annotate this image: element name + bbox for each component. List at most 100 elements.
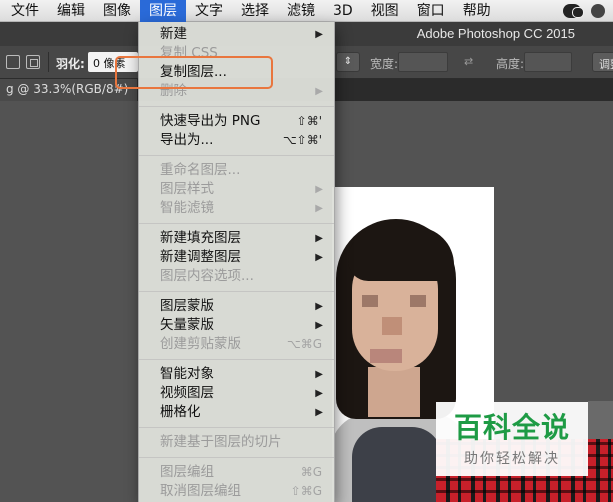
wechat-icon[interactable] bbox=[563, 3, 584, 18]
submenu-arrow-icon: ▶ bbox=[315, 369, 323, 380]
menu-item-label: 取消图层编组 bbox=[160, 483, 241, 499]
add-selection-icon[interactable] bbox=[26, 55, 40, 69]
menu-select[interactable]: 选择 bbox=[232, 0, 278, 22]
new-selection-icon[interactable] bbox=[6, 55, 20, 69]
watermark-logo: 百科全说 助你轻松解决 bbox=[436, 402, 588, 476]
menu-item-label: 矢量蒙版 bbox=[160, 317, 214, 333]
menu-3d[interactable]: 3D bbox=[324, 0, 362, 22]
status-icon[interactable] bbox=[591, 3, 605, 18]
watermark-subtitle: 助你轻松解决 bbox=[464, 451, 560, 467]
menu-item: 图层内容选项... bbox=[139, 267, 334, 286]
menu-item-label: 智能滤镜 bbox=[160, 200, 214, 216]
height-label: 高度: bbox=[496, 57, 525, 71]
menu-item[interactable]: 新建调整图层 ▶ bbox=[139, 248, 334, 267]
menu-item[interactable]: 视频图层 ▶ bbox=[139, 384, 334, 403]
menu-separator bbox=[139, 359, 334, 360]
submenu-arrow-icon: ▶ bbox=[315, 29, 323, 40]
menu-item: 取消图层编组 ⇧⌘G bbox=[139, 482, 334, 501]
menu-edit[interactable]: 编辑 bbox=[48, 0, 94, 22]
menu-item-shortcut: ⌘G bbox=[300, 465, 322, 479]
menu-item: 新建基于图层的切片 bbox=[139, 433, 334, 452]
menu-item: 图层编组 ⌘G bbox=[139, 463, 334, 482]
menu-item-label: 复制 CSS bbox=[160, 45, 218, 61]
options-divider bbox=[48, 52, 49, 72]
menu-separator bbox=[139, 457, 334, 458]
menu-help[interactable]: 帮助 bbox=[454, 0, 500, 22]
menu-item-label: 图层样式 bbox=[160, 181, 214, 197]
menu-item[interactable]: 新建 ▶ bbox=[139, 25, 334, 44]
menu-item-label: 新建基于图层的切片 bbox=[160, 434, 282, 450]
menu-type[interactable]: 文字 bbox=[186, 0, 232, 22]
menu-image[interactable]: 图像 bbox=[94, 0, 140, 22]
app-title: Adobe Photoshop CC 2015 bbox=[416, 26, 575, 41]
menu-item-shortcut: ⇧⌘' bbox=[296, 114, 322, 128]
menu-item[interactable]: 智能对象 ▶ bbox=[139, 365, 334, 384]
menu-separator bbox=[139, 291, 334, 292]
submenu-arrow-icon: ▶ bbox=[315, 203, 323, 214]
submenu-arrow-icon: ▶ bbox=[315, 86, 323, 97]
menu-window[interactable]: 窗口 bbox=[408, 0, 454, 22]
width-input[interactable] bbox=[398, 52, 448, 72]
panel-edge bbox=[588, 401, 613, 441]
menu-item-label: 图层编组 bbox=[160, 464, 214, 480]
menu-item-shortcut: ⇧⌘G bbox=[290, 484, 322, 498]
menu-item[interactable]: 图层蒙版 ▶ bbox=[139, 297, 334, 316]
pixelated-eye bbox=[362, 295, 378, 307]
menu-item: 重命名图层... bbox=[139, 161, 334, 180]
menu-view[interactable]: 视图 bbox=[362, 0, 408, 22]
menu-item: 图层样式 ▶ bbox=[139, 180, 334, 199]
photo-shirt-inner bbox=[352, 427, 442, 502]
menu-item-label: 智能对象 bbox=[160, 366, 214, 382]
menu-layer[interactable]: 图层 bbox=[140, 0, 186, 22]
menu-item[interactable]: 复制图层... bbox=[139, 63, 334, 82]
menu-item-label: 重命名图层... bbox=[160, 162, 241, 178]
submenu-arrow-icon: ▶ bbox=[315, 320, 323, 331]
width-label: 宽度: bbox=[370, 57, 399, 71]
submenu-arrow-icon: ▶ bbox=[315, 252, 323, 263]
submenu-arrow-icon: ▶ bbox=[315, 184, 323, 195]
watermark-title: 百科全说 bbox=[453, 411, 570, 444]
menu-item-label: 创建剪贴蒙版 bbox=[160, 336, 241, 352]
pixelated-eye bbox=[410, 295, 426, 307]
submenu-arrow-icon: ▶ bbox=[315, 233, 323, 244]
document-tab[interactable]: g @ 33.3%(RGB/8#) bbox=[0, 79, 137, 101]
menu-item: 智能滤镜 ▶ bbox=[139, 199, 334, 218]
pixelated-nose bbox=[382, 317, 402, 335]
menu-item-label: 图层蒙版 bbox=[160, 298, 214, 314]
refine-edge-button[interactable]: 调整边缘 bbox=[592, 52, 613, 72]
menu-item-shortcut: ⌥⌘G bbox=[286, 337, 322, 351]
menu-item[interactable]: 栅格化 ▶ bbox=[139, 403, 334, 422]
menu-item-label: 删除 bbox=[160, 83, 187, 99]
menu-item-shortcut: ⌥⇧⌘' bbox=[282, 133, 322, 147]
menu-item[interactable]: 矢量蒙版 ▶ bbox=[139, 316, 334, 335]
menu-separator bbox=[139, 155, 334, 156]
menu-item[interactable]: 导出为... ⌥⇧⌘' bbox=[139, 131, 334, 150]
menu-item-label: 图层内容选项... bbox=[160, 268, 254, 284]
swap-icon[interactable]: ⇄ bbox=[464, 55, 473, 68]
menubar: 文件 编辑 图像 图层 文字 选择 滤镜 3D 视图 窗口 帮助 bbox=[0, 0, 613, 22]
menu-separator bbox=[139, 223, 334, 224]
menu-filter[interactable]: 滤镜 bbox=[278, 0, 324, 22]
menu-item-label: 新建填充图层 bbox=[160, 230, 241, 246]
submenu-arrow-icon: ▶ bbox=[315, 388, 323, 399]
menubar-tray bbox=[563, 3, 613, 18]
menu-item: 创建剪贴蒙版 ⌥⌘G bbox=[139, 335, 334, 354]
menu-item-label: 栅格化 bbox=[160, 404, 201, 420]
menu-item-label: 快速导出为 PNG bbox=[160, 113, 261, 129]
feather-label: 羽化: bbox=[56, 57, 85, 71]
menu-item-label: 导出为... bbox=[160, 132, 214, 148]
pixelated-mouth bbox=[370, 349, 402, 363]
feather-input[interactable]: 0 像素 bbox=[88, 52, 138, 72]
submenu-arrow-icon: ▶ bbox=[315, 301, 323, 312]
style-select[interactable]: ⇕ bbox=[336, 52, 360, 72]
photo-neck bbox=[368, 367, 420, 417]
height-input[interactable] bbox=[524, 52, 572, 72]
submenu-arrow-icon: ▶ bbox=[315, 407, 323, 418]
layer-dropdown-menu: 新建 ▶ 复制 CSS 复制图层... 删除 ▶ 快速导出为 PNG ⇧⌘' 导出为... ⌥⇧⌘… bbox=[138, 22, 335, 502]
menu-item[interactable]: 新建填充图层 ▶ bbox=[139, 229, 334, 248]
menu-item-label: 新建 bbox=[160, 26, 187, 42]
menu-item[interactable]: 快速导出为 PNG ⇧⌘' bbox=[139, 112, 334, 131]
menu-file[interactable]: 文件 bbox=[0, 0, 48, 22]
menu-item-label: 复制图层... bbox=[160, 64, 227, 80]
menu-item-label: 新建调整图层 bbox=[160, 249, 241, 265]
